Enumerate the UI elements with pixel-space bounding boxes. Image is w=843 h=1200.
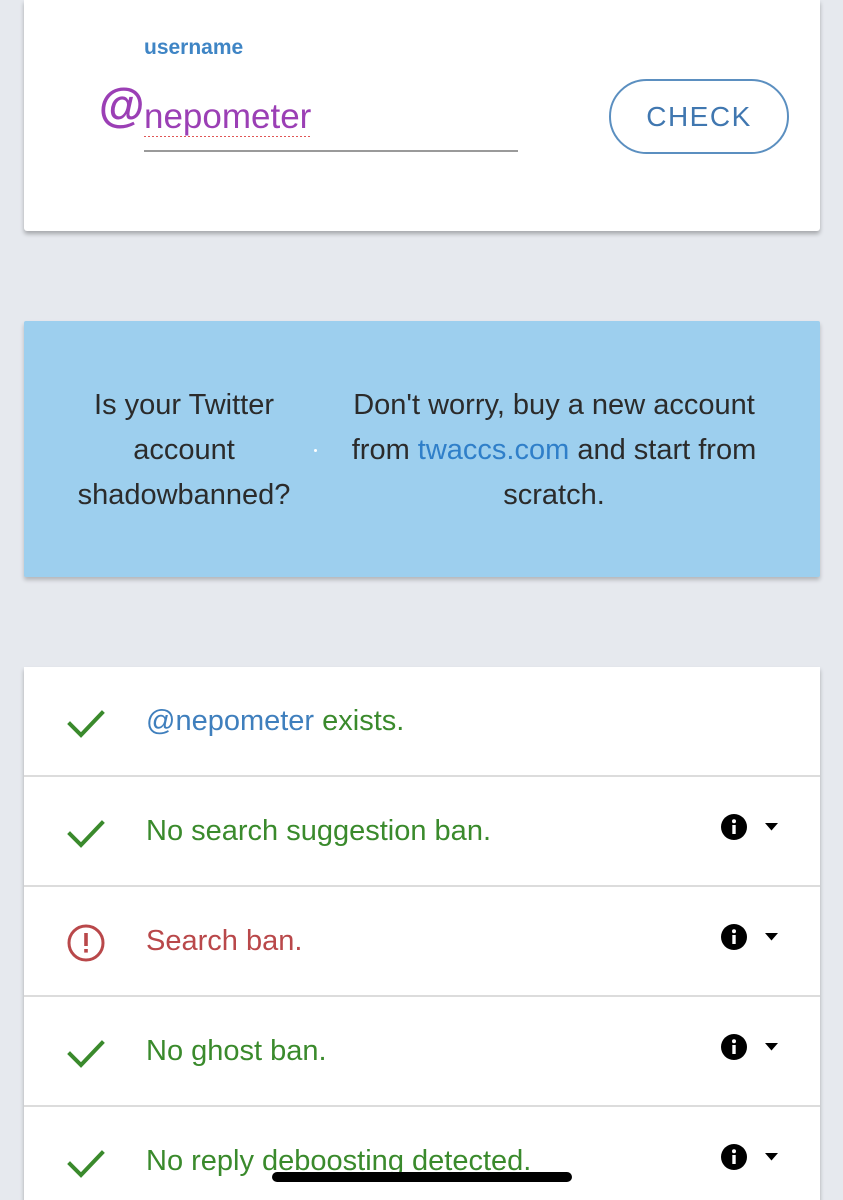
result-exists-text: exists. [314, 705, 405, 737]
info-icon[interactable] [721, 924, 747, 950]
check-icon [67, 710, 105, 738]
twaccs-link[interactable]: twaccs.com [418, 434, 569, 466]
alert-circle-icon [67, 924, 105, 962]
ad-banner[interactable]: Is your Twitter account shadowbanned? Do… [24, 321, 820, 577]
result-label: Search ban. [146, 925, 303, 957]
separator-dot [314, 449, 317, 452]
result-row-ghost-ban[interactable]: No ghost ban. [24, 997, 820, 1107]
result-row-search-ban[interactable]: Search ban. [24, 887, 820, 997]
result-label: No ghost ban. [146, 1035, 327, 1067]
chevron-down-icon[interactable] [765, 1153, 778, 1161]
result-label: @nepometer exists. [146, 703, 404, 739]
username-field-label: username [144, 36, 244, 59]
username-link[interactable]: @nepometer [146, 705, 314, 737]
ad-offer-text: Don't worry, buy a new account from twac… [324, 383, 784, 518]
username-input[interactable] [144, 84, 518, 152]
check-icon [67, 1150, 105, 1178]
check-icon [67, 1040, 105, 1068]
chevron-down-icon[interactable] [765, 933, 778, 941]
result-label: No search suggestion ban. [146, 815, 491, 847]
check-icon [67, 820, 105, 848]
results-card: @nepometer exists. No search suggestion … [24, 667, 820, 1200]
username-search-card: @ username CHECK [24, 0, 820, 231]
home-indicator [272, 1172, 572, 1182]
page: @ username CHECK Is your Twitter account… [0, 0, 843, 1200]
info-icon[interactable] [721, 1034, 747, 1060]
info-icon[interactable] [721, 1144, 747, 1170]
chevron-down-icon[interactable] [765, 1043, 778, 1051]
result-row-reply-deboosting[interactable]: No reply deboosting detected. [24, 1107, 820, 1200]
ad-question-text: Is your Twitter account shadowbanned? [77, 389, 291, 511]
chevron-down-icon[interactable] [765, 823, 778, 831]
info-icon[interactable] [721, 814, 747, 840]
result-row-search-suggestion-ban[interactable]: No search suggestion ban. [24, 777, 820, 887]
at-sign-icon: @ [98, 79, 144, 132]
check-button[interactable]: CHECK [609, 79, 789, 154]
result-row-exists: @nepometer exists. [24, 667, 820, 777]
